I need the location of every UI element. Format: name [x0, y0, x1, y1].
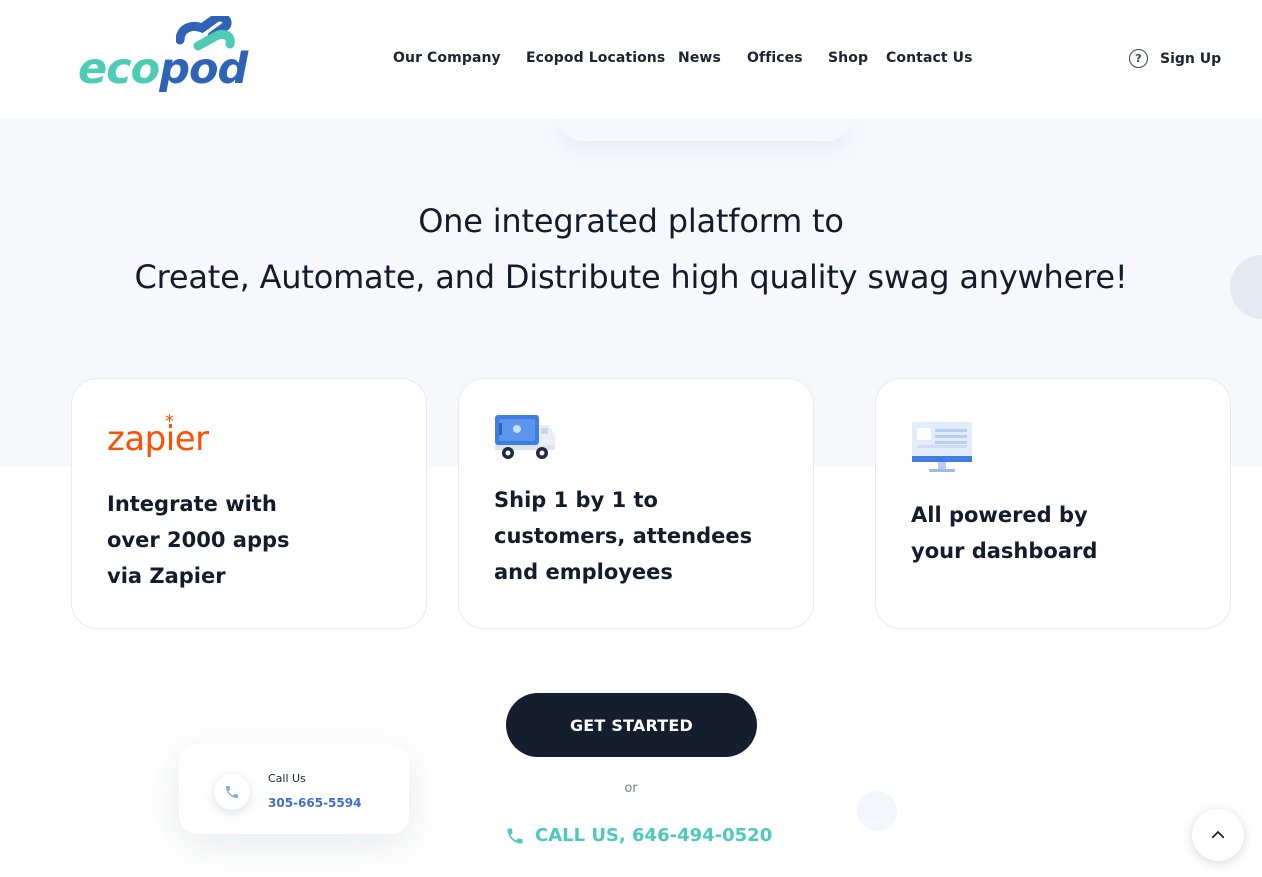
- scroll-to-top-button[interactable]: [1192, 809, 1244, 861]
- nav-item-contact-us[interactable]: Contact Us: [886, 50, 973, 66]
- chevron-up-icon: [1211, 831, 1225, 839]
- call-us-label: CALL US, 646-494-0520: [535, 825, 773, 846]
- zapier-logo: zapier *: [107, 411, 209, 459]
- call-card-number[interactable]: 305-665-5594: [268, 796, 361, 810]
- feature-card-shipping: Ship 1 by 1 to customers, attendees and …: [458, 378, 814, 629]
- get-started-button[interactable]: GET STARTED: [506, 693, 757, 757]
- logo-text-eco: eco: [78, 44, 160, 94]
- feature-card-line: via Zapier: [107, 564, 226, 588]
- header-shadow: [560, 119, 850, 141]
- phone-icon: [507, 828, 523, 843]
- feature-card-zapier: zapier * Integrate with over 2000 apps v…: [71, 378, 427, 629]
- logo-text-pod: pod: [159, 44, 248, 94]
- feature-card-line: Integrate with: [107, 492, 277, 516]
- feature-card-line: over 2000 apps: [107, 528, 290, 552]
- hero-title-line1: One integrated platform to: [418, 202, 844, 240]
- feature-card-text: Ship 1 by 1 to customers, attendees and …: [494, 482, 752, 590]
- signup-link[interactable]: ? Sign Up: [1129, 49, 1221, 68]
- call-us-link[interactable]: CALL US, 646-494-0520: [505, 825, 772, 846]
- call-us-card: Call Us 305-665-5594: [179, 744, 409, 834]
- nav-item-offices[interactable]: Offices: [747, 50, 803, 66]
- feature-card-text: All powered by your dashboard: [911, 497, 1097, 569]
- nav-item-news[interactable]: News: [678, 50, 721, 66]
- feature-card-line: Ship 1 by 1 to: [494, 488, 658, 512]
- feature-card-text: Integrate with over 2000 apps via Zapier: [107, 486, 290, 594]
- signup-label: Sign Up: [1160, 50, 1222, 67]
- ecopod-logo[interactable]: ecopod: [78, 16, 250, 102]
- dashboard-monitor-icon: [912, 422, 972, 472]
- phone-icon: [226, 786, 238, 798]
- logo-wordmark: ecopod: [78, 44, 248, 94]
- question-circle-icon: ?: [1129, 49, 1148, 68]
- feature-card-line: All powered by: [911, 503, 1088, 527]
- feature-card-line: and employees: [494, 560, 673, 584]
- hero-title-line2: Create, Automate, and Distribute high qu…: [134, 258, 1128, 296]
- call-card-label: Call Us: [268, 772, 306, 785]
- feature-card-line: your dashboard: [911, 539, 1098, 563]
- delivery-truck-icon: [495, 415, 555, 459]
- decorative-circle: [857, 791, 897, 831]
- site-header: ecopod Our Company Ecopod Locations News…: [0, 0, 1262, 119]
- feature-card-line: customers, attendees: [494, 524, 753, 548]
- zapier-star-icon: *: [165, 411, 174, 432]
- nav-item-ecopod-locations[interactable]: Ecopod Locations: [526, 50, 665, 66]
- nav-item-our-company[interactable]: Our Company: [393, 50, 501, 66]
- nav-item-shop[interactable]: Shop: [828, 50, 868, 66]
- zapier-logo-text: zapier: [107, 419, 209, 459]
- call-card-icon-wrap[interactable]: [214, 774, 250, 810]
- feature-card-dashboard: All powered by your dashboard: [875, 378, 1231, 629]
